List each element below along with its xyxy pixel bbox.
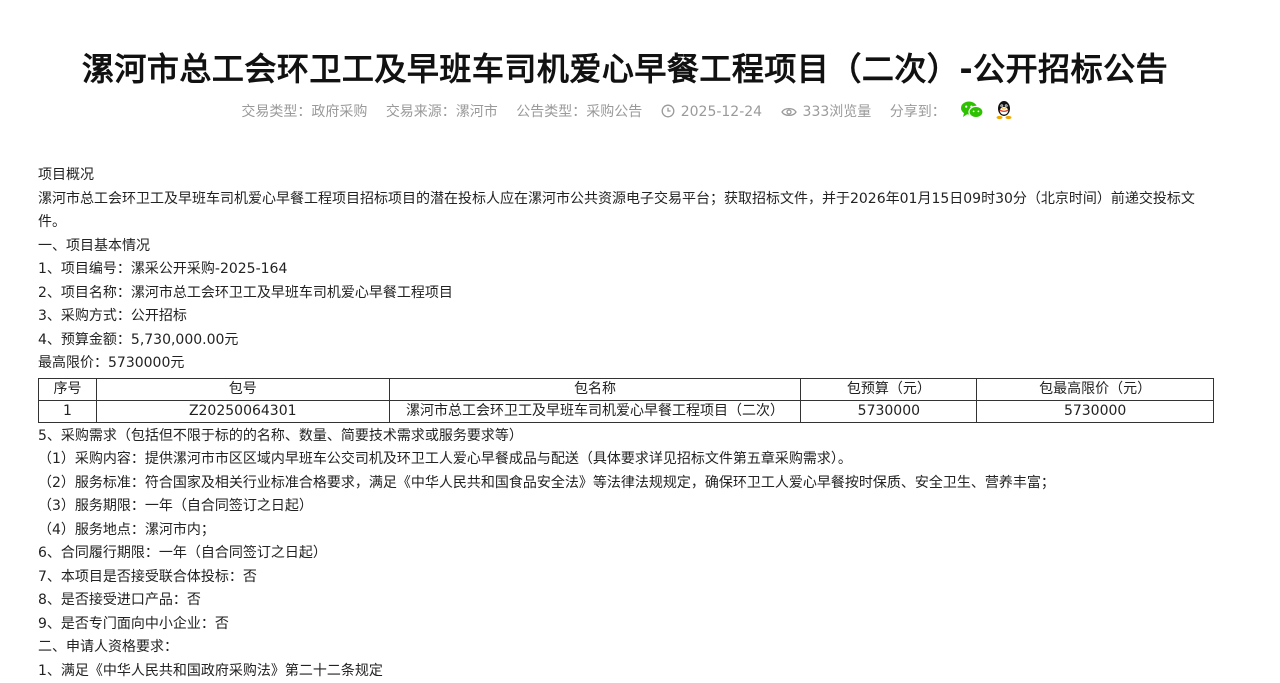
- package-table: 序号 包号 包名称 包预算（元） 包最高限价（元） 1 Z20250064301…: [38, 378, 1214, 423]
- col-header: 包最高限价（元）: [977, 378, 1214, 400]
- publish-date: 2025-12-24: [681, 104, 762, 120]
- requirement-item: （3）服务期限：一年（自合同签订之日起）: [38, 495, 1218, 519]
- table-cell: 1: [39, 400, 97, 422]
- requirement-item: （1）采购内容：提供漯河市市区区域内早班车公交司机及环卫工人爱心早餐成品与配送（…: [38, 448, 1218, 472]
- sme-only: 9、是否专门面向中小企业：否: [38, 613, 1218, 637]
- section-heading: 二、申请人资格要求：: [38, 636, 1218, 660]
- overview-heading: 项目概况: [38, 164, 1218, 188]
- meta-bar: 交易类型：政府采购 交易来源：漯河市 公告类型：采购公告 2025-12-24 …: [0, 100, 1250, 121]
- max-price: 最高限价：5730000元: [38, 352, 1218, 376]
- trade-type: 交易类型：政府采购: [241, 104, 367, 120]
- requirement-item: （4）服务地点：漯河市内；: [38, 519, 1218, 543]
- table-row: 1 Z20250064301 漯河市总工会环卫工及早班车司机爱心早餐工程项目（二…: [39, 400, 1214, 422]
- contract-period: 6、合同履行期限：一年（自合同签订之日起）: [38, 542, 1218, 566]
- consortium-bid: 7、本项目是否接受联合体投标：否: [38, 566, 1218, 590]
- import-products: 8、是否接受进口产品：否: [38, 589, 1218, 613]
- table-cell: 5730000: [801, 400, 977, 422]
- table-cell: 漯河市总工会环卫工及早班车司机爱心早餐工程项目（二次）: [389, 400, 801, 422]
- section-heading: 一、项目基本情况: [38, 235, 1218, 259]
- project-name: 2、项目名称：漯河市总工会环卫工及早班车司机爱心早餐工程项目: [38, 282, 1218, 306]
- procurement-method: 3、采购方式：公开招标: [38, 305, 1218, 329]
- overview-text: 漯河市总工会环卫工及早班车司机爱心早餐工程项目招标项目的潜在投标人应在漯河市公共…: [38, 188, 1218, 235]
- page-title: 漯河市总工会环卫工及早班车司机爱心早餐工程项目（二次）-公开招标公告: [0, 44, 1250, 90]
- notice-body: 项目概况 漯河市总工会环卫工及早班车司机爱心早餐工程项目招标项目的潜在投标人应在…: [38, 164, 1218, 683]
- table-cell: Z20250064301: [96, 400, 389, 422]
- col-header: 包预算（元）: [801, 378, 977, 400]
- wechat-icon[interactable]: [960, 100, 984, 120]
- col-header: 序号: [39, 378, 97, 400]
- procurement-requirements: 5、采购需求（包括但不限于标的的名称、数量、简要技术需求或服务要求等）: [38, 425, 1218, 449]
- trade-source: 交易来源：漯河市: [386, 104, 498, 120]
- project-number: 1、项目编号：漯采公开采购-2025-164: [38, 258, 1218, 282]
- share-label: 分享到：: [890, 104, 946, 120]
- view-count: 333浏览量: [803, 104, 872, 120]
- notice-type: 公告类型：采购公告: [516, 104, 642, 120]
- col-header: 包名称: [389, 378, 801, 400]
- qualification-item: 1、满足《中华人民共和国政府采购法》第二十二条规定: [38, 660, 1218, 683]
- eye-icon: [781, 106, 797, 118]
- col-header: 包号: [96, 378, 389, 400]
- clock-icon: [661, 104, 675, 118]
- budget-amount: 4、预算金额：5,730,000.00元: [38, 329, 1218, 353]
- qq-icon[interactable]: [995, 100, 1013, 120]
- table-header-row: 序号 包号 包名称 包预算（元） 包最高限价（元）: [39, 378, 1214, 400]
- table-cell: 5730000: [977, 400, 1214, 422]
- requirement-item: （2）服务标准：符合国家及相关行业标准合格要求，满足《中华人民共和国食品安全法》…: [38, 472, 1218, 496]
